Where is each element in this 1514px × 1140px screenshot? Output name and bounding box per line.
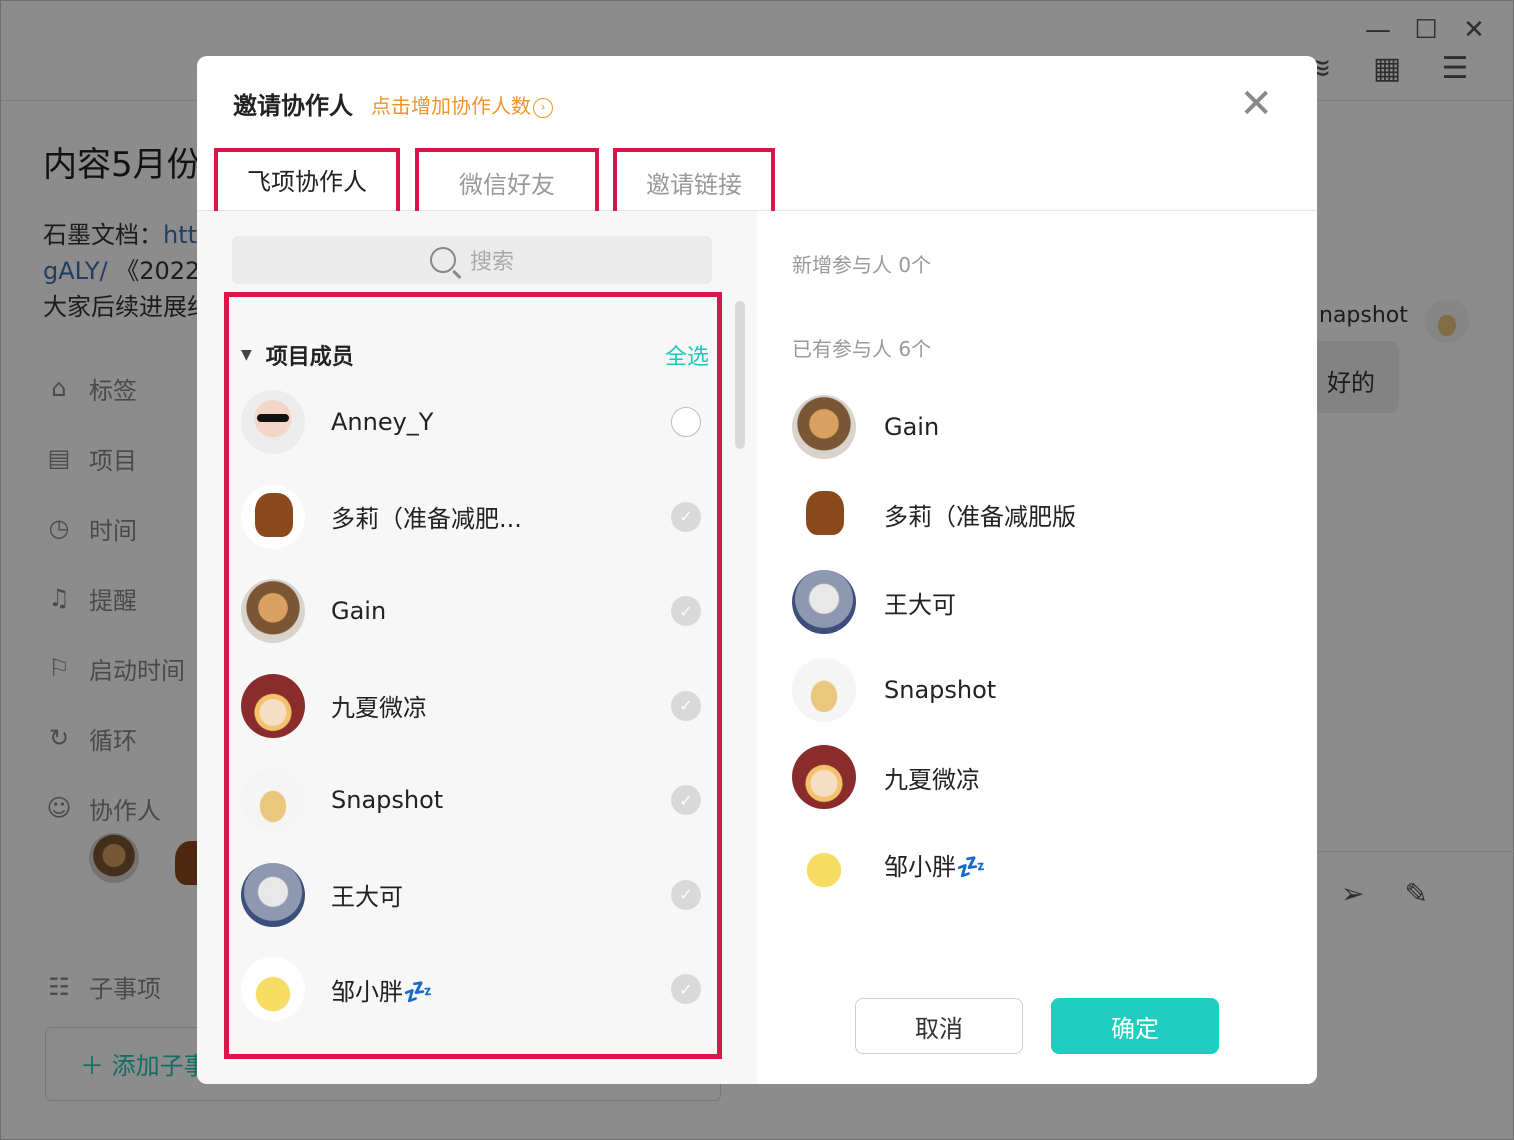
participant-row: 邹小胖💤 [792, 832, 1272, 897]
participant-name: 邹小胖💤 [884, 853, 986, 881]
participant-name: Snapshot [884, 675, 997, 704]
avatar [241, 768, 305, 832]
group-name: 项目成员 [265, 345, 354, 370]
member-name: 九夏微凉 [331, 694, 427, 722]
member-name: Snapshot [331, 786, 444, 814]
participant-name: Gain [884, 413, 940, 441]
confirm-button[interactable]: 确定 [1051, 998, 1219, 1054]
avatar [241, 390, 305, 454]
participants-pane: 新增参与人 0个 已有参与人 6个 Gain 多莉（准备减肥版 王大可 Snapsho… [757, 211, 1317, 1084]
scrollbar[interactable] [735, 301, 745, 449]
checked-icon[interactable]: ✓ [671, 879, 701, 910]
member-name: 王大可 [331, 883, 403, 911]
participant-row: 多莉（准备减肥版 [792, 482, 1272, 547]
avatar [792, 395, 856, 459]
avatar [792, 657, 856, 722]
dialog-title: 邀请协作人 [233, 92, 353, 120]
avatar [792, 482, 856, 547]
subtitle-text: 点击增加协作人数 [371, 94, 531, 118]
avatar [241, 673, 305, 738]
avatar [792, 570, 856, 634]
checked-icon[interactable]: ✓ [671, 596, 701, 626]
add-collaborator-quota-link[interactable]: 点击增加协作人数 › [371, 90, 553, 119]
checked-icon[interactable]: ✓ [671, 501, 701, 532]
avatar [792, 832, 856, 897]
participant-row: 王大可 [792, 570, 1272, 634]
checked-icon[interactable]: ✓ [671, 785, 701, 815]
tab-invite-link[interactable]: 邀请链接 [613, 148, 775, 216]
member-row[interactable]: Snapshot ✓ [241, 767, 701, 833]
member-row[interactable]: 邹小胖💤 ✓ [241, 956, 701, 1022]
unchecked-circle-icon[interactable] [671, 407, 701, 437]
checked-icon[interactable]: ✓ [671, 690, 701, 721]
member-row[interactable]: 多莉（准备减肥... ✓ [241, 484, 701, 550]
member-picker-pane: 搜索 ▼ 项目成员 全选 Anney_Y 多莉（准备减肥... ✓ Gain ✓ 九夏微凉… [197, 211, 757, 1084]
avatar [792, 745, 856, 809]
member-row[interactable]: 九夏微凉 ✓ [241, 673, 701, 739]
close-icon[interactable]: ✕ [1239, 84, 1273, 124]
cancel-button[interactable]: 取消 [855, 998, 1023, 1054]
checked-icon[interactable]: ✓ [671, 974, 701, 1004]
participant-name: 多莉（准备减肥版 [884, 503, 1076, 531]
participant-row: 九夏微凉 [792, 745, 1272, 809]
project-members-list: ▼ 项目成员 全选 Anney_Y 多莉（准备减肥... ✓ Gain ✓ 九夏微凉 ✓ Sn… [224, 292, 722, 1059]
participant-row: Snapshot [792, 657, 1272, 722]
participant-row: Gain [792, 395, 1272, 459]
search-placeholder: 搜索 [469, 250, 514, 275]
member-row[interactable]: 王大可 ✓ [241, 862, 701, 928]
member-name: 多莉（准备减肥... [331, 505, 522, 533]
participant-name: 王大可 [884, 590, 956, 619]
avatar [241, 484, 305, 549]
dialog-tabs: 飞项协作人 微信好友 邀请链接 [197, 148, 1317, 216]
member-row[interactable]: Gain ✓ [241, 578, 701, 644]
existing-participants-label: 已有参与人 6个 [792, 337, 932, 361]
chevron-right-circle-icon: › [533, 98, 553, 118]
chevron-down-icon[interactable]: ▼ [241, 347, 252, 363]
member-name: 邹小胖💤 [331, 977, 433, 1006]
invite-collaborators-dialog: 邀请协作人 点击增加协作人数 › ✕ 飞项协作人 微信好友 邀请链接 搜索 ▼ 项… [197, 56, 1317, 1084]
member-name: Anney_Y [331, 408, 434, 436]
group-header[interactable]: ▼ 项目成员 全选 [241, 339, 709, 371]
search-input[interactable]: 搜索 [232, 236, 712, 284]
tab-feixiang-collaborators[interactable]: 飞项协作人 [214, 148, 400, 216]
member-name: Gain [331, 597, 387, 625]
select-all-button[interactable]: 全选 [665, 339, 709, 371]
new-participants-label: 新增参与人 0个 [792, 253, 932, 277]
member-row[interactable]: Anney_Y [241, 389, 701, 455]
search-icon [429, 247, 456, 273]
avatar [241, 957, 305, 1021]
tab-wechat-friends[interactable]: 微信好友 [415, 148, 599, 216]
avatar [241, 579, 305, 643]
participant-name: 九夏微凉 [884, 765, 980, 794]
avatar [241, 862, 305, 927]
